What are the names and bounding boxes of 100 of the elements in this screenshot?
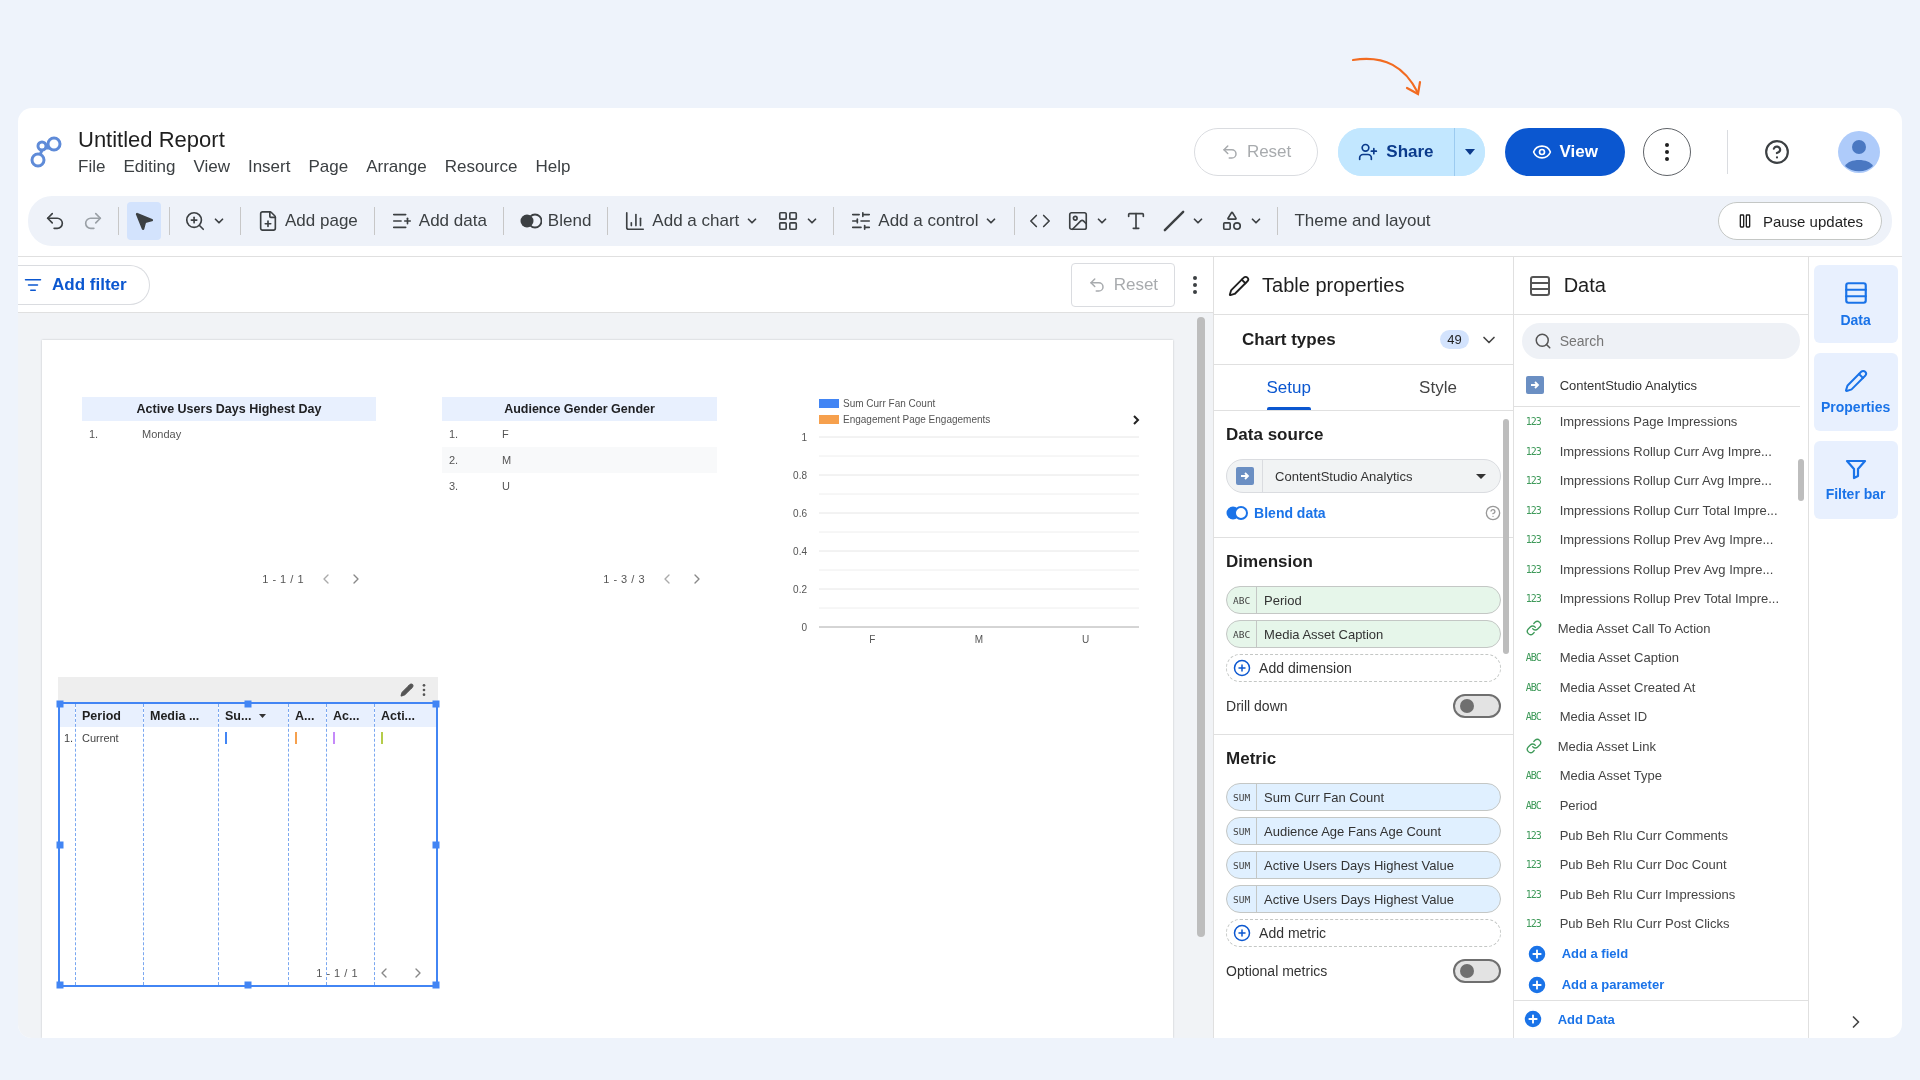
link-icon — [1525, 620, 1542, 637]
field-item[interactable]: 123 Impressions Page Impressions — [1513, 406, 1809, 437]
help-icon[interactable] — [1764, 139, 1790, 165]
legend-next-icon[interactable] — [1133, 415, 1140, 425]
field-item[interactable]: 123 Impressions Rollup Prev Total Impre... — [1513, 584, 1809, 614]
resize-handle[interactable] — [244, 700, 252, 708]
add-control-button[interactable]: Add a control — [842, 202, 1007, 240]
y-tick-label: 0.2 — [793, 584, 807, 595]
view-button[interactable]: View — [1504, 128, 1625, 176]
column-header[interactable]: Acti... — [375, 704, 436, 727]
caret-icon — [1464, 149, 1475, 155]
field-chip[interactable]: ABC Period — [1226, 586, 1501, 614]
field-item[interactable]: 123 Pub Beh Rlu Curr Impressions — [1513, 879, 1809, 909]
menu-item[interactable]: File — [78, 157, 106, 177]
y-tick-label: 0 — [801, 622, 807, 633]
column-header[interactable]: A... — [289, 704, 326, 727]
add-icon — [1525, 973, 1548, 996]
resize-handle[interactable] — [432, 841, 440, 848]
menu-item[interactable]: Page — [308, 157, 349, 177]
field-chip[interactable]: ABC Media Asset Caption — [1226, 620, 1501, 648]
side-rail-button[interactable]: Filter bar — [1813, 441, 1898, 519]
field-item[interactable]: 123 Impressions Rollup Prev Avg Impre... — [1513, 554, 1809, 584]
resize-handle[interactable] — [56, 981, 64, 989]
menu-item[interactable]: Help — [535, 157, 571, 177]
column-header[interactable]: Media ... — [144, 704, 218, 727]
blend-button[interactable]: Blend — [511, 202, 600, 240]
field-chip[interactable]: SUM Audience Age Fans Age Count — [1226, 817, 1501, 845]
select-tool[interactable] — [127, 202, 161, 240]
add-dimension-button[interactable]: Add dimension — [1226, 654, 1501, 682]
chart-types-label[interactable]: Chart types — [1242, 329, 1431, 350]
search-field[interactable]: Search — [1521, 323, 1801, 359]
tab[interactable]: Style — [1363, 365, 1513, 410]
y-tick-label: 0.8 — [793, 470, 807, 481]
theme-and-layout-button[interactable]: Theme and layout — [1286, 202, 1439, 240]
field-item[interactable]: ABC Media Asset Type — [1513, 761, 1809, 791]
menu-item[interactable]: Editing — [123, 157, 176, 177]
kebab-icon[interactable] — [422, 683, 426, 696]
add-metric-button[interactable]: Add metric — [1226, 919, 1501, 947]
blend-icon — [1226, 505, 1249, 521]
add-parameter-link[interactable]: Add a parameter — [1513, 969, 1809, 1001]
toggle-label: Drill down — [1226, 698, 1288, 714]
field-item[interactable]: 123 Pub Beh Rlu Curr Comments — [1513, 820, 1809, 850]
tab[interactable]: Setup — [1214, 365, 1364, 410]
table-cell: M — [502, 454, 512, 466]
report-title[interactable]: Untitled Report — [78, 127, 571, 153]
zoom-icon — [184, 210, 206, 232]
add-icon — [1525, 942, 1548, 965]
blend-data-link[interactable]: Blend data — [1254, 505, 1326, 521]
menu-item[interactable]: Insert — [247, 157, 291, 177]
resize-handle[interactable] — [244, 981, 252, 989]
add-data-link[interactable]: Add Data — [1513, 1000, 1809, 1038]
side-rail-button[interactable]: Data — [1813, 265, 1898, 343]
more-button[interactable] — [1643, 128, 1691, 176]
field-chip[interactable]: SUM Active Users Days Highest Value — [1226, 885, 1501, 913]
scrollbar[interactable] — [1798, 459, 1805, 501]
field-item[interactable]: Media Asset Link — [1513, 731, 1809, 762]
field-item[interactable]: Media Asset Call To Action — [1513, 613, 1809, 644]
field-item[interactable]: ABC Media Asset Created At — [1513, 672, 1809, 703]
table-icon — [1842, 280, 1869, 306]
field-item[interactable]: 123 Impressions Rollup Curr Total Impre... — [1513, 495, 1809, 525]
add-filter-button[interactable]: Add filter — [18, 264, 150, 305]
resize-handle[interactable] — [432, 700, 440, 708]
field-item[interactable]: ABC Media Asset ID — [1513, 702, 1809, 732]
side-rail-button[interactable]: Properties — [1813, 353, 1898, 431]
add-page-button[interactable]: Add page — [249, 202, 366, 240]
column-header[interactable]: Period — [76, 704, 143, 727]
pause-updates-button[interactable]: Pause updates — [1717, 202, 1882, 240]
share-menu-button[interactable] — [1453, 128, 1485, 176]
field-item[interactable]: ABC Media Asset Caption — [1513, 643, 1809, 673]
resize-handle[interactable] — [56, 841, 64, 848]
resize-handle[interactable] — [56, 700, 64, 708]
scrollbar[interactable] — [1197, 317, 1206, 937]
field-chip[interactable]: SUM Sum Curr Fan Count — [1226, 783, 1501, 811]
field-item[interactable]: 123 Pub Beh Rlu Curr Post Clicks — [1513, 908, 1809, 939]
field-item[interactable]: ABC Period — [1513, 790, 1809, 821]
data-source-select[interactable]: ContentStudio Analytics — [1226, 459, 1501, 493]
column-header[interactable]: Ac... — [327, 704, 374, 727]
menu-item[interactable]: Arrange — [366, 157, 427, 177]
edit-icon[interactable] — [400, 682, 414, 697]
data-source-icon — [1235, 467, 1254, 485]
avatar-icon[interactable] — [1838, 131, 1880, 173]
selected-table[interactable]: 1. Period Current Media ... Su... A... Ac... Acti... 1 - 1 / 1 — [58, 702, 438, 987]
scrollbar[interactable] — [1502, 419, 1509, 654]
menu-item[interactable]: View — [193, 157, 230, 177]
drill-down-toggle[interactable] — [1452, 694, 1501, 718]
row-number: 1. — [88, 428, 100, 440]
add-field-link[interactable]: Add a field — [1513, 938, 1809, 970]
field-item[interactable]: 123 Impressions Rollup Prev Avg Impre... — [1513, 524, 1809, 555]
field-item[interactable]: 123 Impressions Rollup Curr Avg Impre... — [1513, 436, 1809, 466]
table-cell: Monday — [142, 428, 182, 440]
menu-item[interactable]: Resource — [444, 157, 518, 177]
field-item[interactable]: 123 Impressions Rollup Curr Avg Impre... — [1513, 465, 1809, 496]
add-chart-button[interactable]: Add a chart — [616, 202, 768, 240]
optional-metrics-toggle[interactable] — [1452, 959, 1501, 983]
column-header[interactable]: Su... — [219, 704, 288, 727]
resize-handle[interactable] — [432, 981, 440, 989]
add-data-button[interactable]: Add data — [382, 202, 495, 240]
data-source-icon — [1525, 376, 1544, 395]
field-chip[interactable]: SUM Active Users Days Highest Value — [1226, 851, 1501, 879]
field-item[interactable]: 123 Pub Beh Rlu Curr Doc Count — [1513, 849, 1809, 880]
